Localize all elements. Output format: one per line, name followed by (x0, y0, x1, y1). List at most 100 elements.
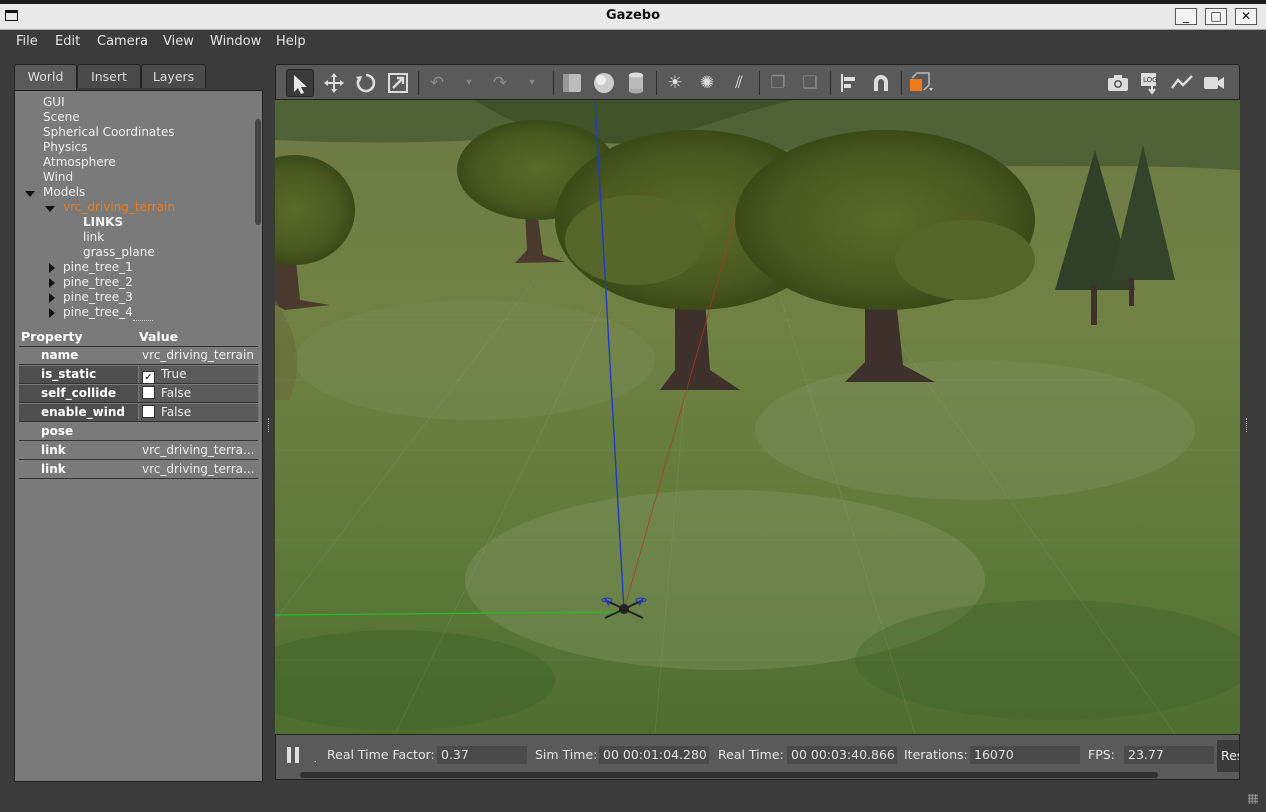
expand-model-icon[interactable] (45, 206, 55, 212)
property-value-cell[interactable]: False (139, 385, 258, 402)
status-bar: . Real Time Factor: 0.37 Sim Time: 00 00… (275, 734, 1240, 780)
redo-history-icon[interactable]: ▾ (518, 69, 546, 97)
tree-item-spherical-coordinates[interactable]: Spherical Coordinates (43, 125, 175, 140)
real-time-factor-label: Real Time Factor: (327, 747, 435, 762)
cylinder-shape-icon[interactable] (622, 69, 650, 97)
menu-bar: File Edit Camera View Window Help (0, 30, 1266, 54)
iterations-value: 16070 (970, 746, 1080, 764)
iterations-label: Iterations: (904, 747, 968, 762)
redo-icon[interactable]: ↷ (486, 69, 514, 97)
enable-wind-checkbox[interactable] (142, 405, 155, 418)
point-light-icon[interactable]: ☀ (661, 69, 689, 97)
tab-world[interactable]: World (14, 64, 77, 90)
reset-time-button[interactable]: Reset (1217, 740, 1239, 772)
left-panel-tabs: World Insert Layers (14, 64, 263, 90)
video-record-icon[interactable] (1200, 69, 1228, 97)
window-titlebar[interactable]: Gazebo _ □ ✕ (0, 4, 1266, 30)
property-row[interactable]: self_collide False (19, 385, 258, 403)
tree-item-selected-model[interactable]: vrc_driving_terrain (63, 200, 175, 215)
tree-scrollbar[interactable] (255, 119, 261, 225)
property-value: False (161, 405, 192, 419)
close-button[interactable]: ✕ (1235, 8, 1257, 25)
expand-pine-tree-3-icon[interactable] (49, 293, 55, 303)
property-value[interactable]: vrc_driving_terrain (139, 347, 258, 364)
tree-item-models[interactable]: Models (43, 185, 85, 200)
scene-viewport[interactable] (275, 100, 1240, 734)
tree-item-atmosphere[interactable]: Atmosphere (43, 155, 116, 170)
tree-item-physics[interactable]: Physics (43, 140, 87, 155)
expand-pine-tree-4-icon[interactable] (49, 308, 55, 318)
paste-icon[interactable]: ❏ (796, 69, 824, 97)
world-tree[interactable]: GUI Scene Spherical Coordinates Physics … (15, 91, 262, 324)
scale-mode-icon[interactable] (384, 69, 412, 97)
tree-item-pine-tree-4[interactable]: pine_tree_4 (63, 305, 133, 320)
directional-light-icon[interactable]: ⫽ (725, 69, 753, 97)
property-row[interactable]: pose (19, 423, 258, 441)
minimize-button[interactable]: _ (1175, 8, 1197, 25)
svg-text:LOG: LOG (1143, 76, 1158, 84)
rotate-mode-icon[interactable] (352, 69, 380, 97)
tab-layers[interactable]: Layers (141, 64, 206, 88)
menu-file[interactable]: File (16, 34, 38, 49)
copy-icon[interactable]: ❐ (764, 69, 792, 97)
tree-item-gui[interactable]: GUI (43, 95, 65, 110)
left-panel-splitter[interactable] (268, 418, 271, 432)
property-row[interactable]: is_static ✓ True (19, 366, 258, 384)
fps-label: FPS: (1088, 747, 1115, 762)
toolbar-separator (656, 71, 657, 95)
property-name: link (19, 461, 138, 478)
menu-camera[interactable]: Camera (97, 34, 148, 49)
property-name: name (19, 347, 138, 364)
tree-splitter-handle[interactable] (133, 320, 153, 323)
spot-light-icon[interactable]: ✺ (693, 69, 721, 97)
sphere-shape-icon[interactable] (590, 69, 618, 97)
property-row[interactable]: link vrc_driving_terra... (19, 461, 258, 479)
menu-view[interactable]: View (163, 34, 194, 49)
tree-item-link[interactable]: link (83, 230, 104, 245)
menu-help[interactable]: Help (276, 34, 306, 49)
log-icon[interactable]: LOG (1136, 69, 1164, 97)
tree-item-grass-plane[interactable]: grass_plane (83, 245, 155, 260)
property-row[interactable]: enable_wind False (19, 404, 258, 422)
menu-edit[interactable]: Edit (55, 34, 80, 49)
tree-item-wind[interactable]: Wind (43, 170, 73, 185)
real-time-factor-value: 0.37 (437, 746, 527, 764)
box-shape-icon[interactable] (558, 69, 586, 97)
translate-mode-icon[interactable] (320, 69, 348, 97)
fps-value: 23.77 (1124, 746, 1214, 764)
tab-insert[interactable]: Insert (77, 64, 141, 88)
expand-pine-tree-2-icon[interactable] (49, 278, 55, 288)
self-collide-checkbox[interactable] (142, 386, 155, 399)
scene-render[interactable] (275, 100, 1240, 734)
menu-window[interactable]: Window (210, 34, 261, 49)
tree-item-pine-tree-1[interactable]: pine_tree_1 (63, 260, 133, 275)
property-value-cell[interactable]: False (139, 404, 258, 421)
snap-icon[interactable] (867, 69, 895, 97)
resize-grip[interactable] (1248, 794, 1258, 804)
property-value-cell[interactable]: ✓ True (139, 366, 258, 383)
tree-item-pine-tree-3[interactable]: pine_tree_3 (63, 290, 133, 305)
window-title: Gazebo (605, 8, 661, 23)
property-row[interactable]: name vrc_driving_terrain (19, 347, 258, 365)
status-horizontal-scrollbar[interactable] (300, 772, 1158, 778)
right-panel-splitter[interactable] (1246, 418, 1249, 432)
maximize-button[interactable]: □ (1205, 8, 1227, 25)
align-icon[interactable] (835, 69, 863, 97)
plot-icon[interactable] (1168, 69, 1196, 97)
toolbar-separator (418, 71, 419, 95)
select-mode-icon[interactable] (286, 69, 314, 97)
property-column-header: Property (21, 329, 83, 344)
view-angle-icon[interactable] (906, 69, 934, 97)
is-static-checkbox[interactable]: ✓ (142, 371, 155, 383)
screenshot-icon[interactable] (1104, 69, 1132, 97)
undo-icon[interactable]: ↶ (423, 69, 451, 97)
sim-time-label: Sim Time: (535, 747, 598, 762)
undo-history-icon[interactable]: ▾ (455, 69, 483, 97)
pause-icon[interactable] (287, 747, 301, 763)
property-value: False (161, 386, 192, 400)
tree-item-pine-tree-2[interactable]: pine_tree_2 (63, 275, 133, 290)
tree-item-scene[interactable]: Scene (43, 110, 80, 125)
property-row[interactable]: link vrc_driving_terra... (19, 442, 258, 460)
expand-pine-tree-1-icon[interactable] (49, 263, 55, 273)
expand-models-icon[interactable] (25, 191, 35, 197)
